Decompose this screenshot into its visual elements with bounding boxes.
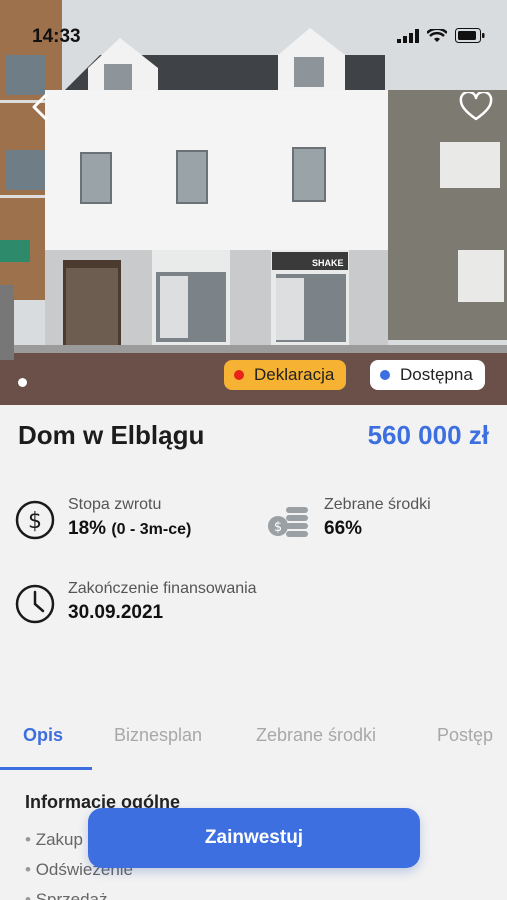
stat-value: 18%: [68, 518, 107, 539]
active-tab-indicator: [0, 767, 92, 770]
heart-icon: [459, 92, 493, 121]
status-time: 14:33: [32, 26, 81, 47]
stat-detail: (0 - 3m-ce): [111, 521, 192, 538]
status-badge-available: Dostępna: [370, 360, 485, 390]
badge-dot: [380, 370, 390, 380]
dollar-circle-icon: $: [15, 500, 55, 540]
favorite-button[interactable]: [458, 90, 494, 124]
status-bar: 14:33: [0, 0, 507, 70]
tab-opis[interactable]: Opis: [23, 725, 63, 746]
badge-label: Deklaracja: [254, 365, 335, 384]
svg-text:$: $: [28, 509, 42, 534]
tab-bar: Opis Biznesplan Zebrane środki Postęp: [0, 715, 507, 770]
invest-button[interactable]: Zainwestuj: [88, 808, 420, 868]
tab-zebrane-srodki[interactable]: Zebrane środki: [256, 725, 376, 746]
listing-price: 560 000 zł: [367, 420, 489, 450]
stat-label: Zakończenie finansowania: [68, 580, 257, 597]
stat-return-rate: $ Stopa zwrotu 18% (0 - 3m-ce): [14, 496, 254, 546]
wifi-icon: [427, 28, 447, 42]
signal-icon: [397, 28, 419, 43]
stat-label: Stopa zwrotu: [68, 496, 162, 513]
badge-dot: [234, 370, 244, 380]
tab-biznesplan[interactable]: Biznesplan: [114, 725, 202, 746]
battery-icon: [455, 28, 485, 43]
clock-icon: [15, 584, 55, 624]
stat-collected-funds: $ Zebrane środki 66%: [266, 496, 496, 546]
svg-text:$: $: [274, 520, 282, 535]
carousel-indicator[interactable]: [18, 378, 27, 387]
stat-label: Zebrane środki: [324, 496, 431, 513]
coins-stack-icon: $: [268, 507, 308, 537]
list-item: Sprzedaż: [25, 890, 133, 900]
stat-value: 30.09.2021: [68, 602, 164, 623]
stat-value: 66%: [324, 518, 363, 539]
status-badge-declaration: Deklaracja: [224, 360, 347, 390]
shop-sign: SHAKE: [312, 258, 344, 268]
stat-funding-end: Zakończenie finansowania 30.09.2021: [14, 580, 314, 630]
tab-postep[interactable]: Postęp: [437, 725, 493, 746]
listing-title: Dom w Elblągu: [18, 420, 205, 450]
badge-label: Dostępna: [400, 365, 473, 384]
chevron-left-icon: [32, 93, 48, 121]
back-button[interactable]: [24, 90, 56, 124]
